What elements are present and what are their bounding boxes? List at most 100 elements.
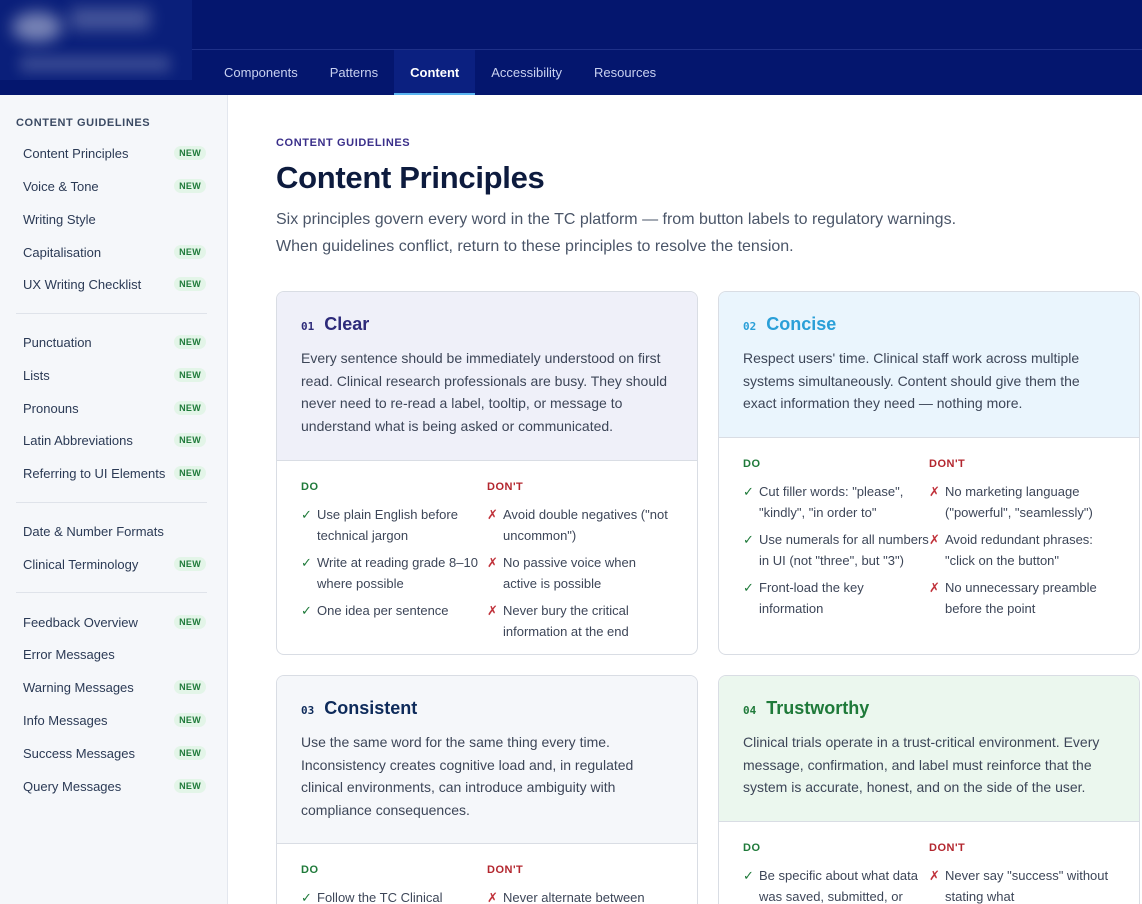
sidebar-item[interactable]: Clinical Terminology NEW — [8, 549, 212, 579]
principle-card: 04 Trustworthy Clinical trials operate in … — [718, 675, 1140, 904]
card-heading: 02 Concise — [743, 314, 1115, 335]
sidebar-item[interactable]: UX Writing Checklist NEW — [8, 269, 212, 299]
dont-item: ✗ Avoid double negatives ("not uncommon") — [487, 504, 673, 546]
check-icon: ✓ — [743, 532, 754, 547]
do-item: ✓ Write at reading grade 8–10 where possi… — [301, 552, 487, 594]
do-column: DO ✓ Be specific about what data was saved… — [743, 842, 929, 904]
do-item: ✓ Cut filler words: "please", "kindly", "… — [743, 481, 929, 523]
rule-text: No marketing language ("powerful", "seam… — [945, 484, 1093, 520]
tab-resources[interactable]: Resources — [578, 50, 672, 94]
rule-text: Follow the TC Clinical — [317, 890, 443, 904]
rule-text: Front-load the key information — [759, 580, 864, 616]
sidebar-item[interactable]: Feedback Overview NEW — [8, 607, 212, 637]
cross-icon: ✗ — [929, 532, 940, 547]
sidebar-item-label: Date & Number Formats — [23, 523, 164, 539]
card-number: 02 — [743, 320, 757, 333]
principle-card: 03 Consistent Use the same word for the sa… — [276, 675, 698, 904]
do-heading: DO — [743, 458, 761, 470]
do-dont-section: DO ✓ Be specific about what data was saved… — [719, 822, 1139, 904]
do-column: DO ✓ Follow the TC Clinical — [301, 864, 487, 904]
sidebar-item[interactable]: Capitalisation NEW — [8, 237, 212, 267]
check-icon: ✓ — [301, 603, 312, 618]
card-number: 03 — [301, 704, 315, 717]
card-number: 04 — [743, 704, 757, 717]
sidebar-item[interactable]: Error Messages — [8, 639, 212, 669]
sidebar-item[interactable]: Latin Abbreviations NEW — [8, 425, 212, 455]
do-dont-section: DO ✓ Follow the TC Clinical DON'T ✗ Never alt… — [277, 844, 697, 904]
cross-icon: ✗ — [487, 507, 498, 522]
check-icon: ✓ — [743, 868, 754, 883]
check-icon: ✓ — [301, 507, 312, 522]
sidebar-item[interactable]: Date & Number Formats — [8, 516, 212, 546]
brand-logo[interactable] — [0, 0, 192, 80]
card-heading: 01 Clear — [301, 314, 673, 335]
sidebar-item-label: Voice & Tone — [23, 178, 99, 194]
cross-icon: ✗ — [487, 555, 498, 570]
sidebar-item-label: Content Principles — [23, 145, 129, 161]
rule-text: Avoid redundant phrases: "click on the b… — [945, 532, 1093, 568]
card-description: Use the same word for the same thing eve… — [301, 734, 634, 818]
sidebar-item[interactable]: Punctuation NEW — [8, 327, 212, 357]
dont-heading: DON'T — [487, 864, 524, 876]
do-dont-section: DO ✓ Use plain English before technical ja… — [277, 461, 697, 648]
new-badge: NEW — [174, 680, 206, 694]
new-badge: NEW — [174, 779, 206, 793]
card-title: Consistent — [324, 698, 418, 718]
card-heading: 03 Consistent — [301, 698, 673, 719]
new-badge: NEW — [174, 401, 206, 415]
dont-heading: DON'T — [929, 842, 966, 854]
sidebar-item[interactable]: Voice & Tone NEW — [8, 171, 212, 201]
sidebar-item-label: Writing Style — [23, 211, 96, 227]
card-header: 02 Concise Respect users' time. Clinical s… — [719, 292, 1139, 438]
sidebar-item-label: Latin Abbreviations — [23, 432, 133, 448]
sidebar-item-label: Punctuation — [23, 334, 92, 350]
card-title: Concise — [766, 314, 837, 334]
sidebar-item[interactable]: Referring to UI Elements NEW — [8, 458, 212, 488]
sidebar-item[interactable]: Lists NEW — [8, 360, 212, 390]
dont-item: ✗ Avoid redundant phrases: "click on the … — [929, 529, 1115, 571]
do-column: DO ✓ Use plain English before technical ja… — [301, 481, 487, 648]
sidebar-item[interactable]: Info Messages NEW — [8, 705, 212, 735]
sidebar-divider — [16, 592, 207, 593]
check-icon: ✓ — [743, 484, 754, 499]
sidebar-item[interactable]: Warning Messages NEW — [8, 672, 212, 702]
dont-heading: DON'T — [929, 458, 966, 470]
dont-column: DON'T ✗ No marketing language ("powerful",… — [929, 458, 1115, 625]
sidebar-item-label: Referring to UI Elements — [23, 465, 166, 481]
dont-item: ✗ Never alternate between — [487, 887, 673, 904]
new-badge: NEW — [174, 433, 206, 447]
card-title: Trustworthy — [766, 698, 870, 718]
dont-column: DON'T ✗ Never alternate between — [487, 864, 673, 904]
new-badge: NEW — [174, 245, 206, 259]
rule-text: Write at reading grade 8–10 where possib… — [317, 555, 478, 591]
principle-card: 02 Concise Respect users' time. Clinical s… — [718, 291, 1140, 655]
rule-text: Be specific about what data was saved, s… — [759, 868, 918, 904]
card-header: 01 Clear Every sentence should be immediat… — [277, 292, 697, 461]
sidebar-item[interactable]: Content Principles NEW — [8, 138, 212, 168]
sidebar-item[interactable]: Writing Style — [8, 204, 212, 234]
card-description: Clinical trials operate in a trust-criti… — [743, 734, 1100, 795]
check-icon: ✓ — [301, 890, 312, 904]
card-header: 03 Consistent Use the same word for the sa… — [277, 676, 697, 844]
new-badge: NEW — [174, 466, 206, 480]
rule-text: One idea per sentence — [317, 603, 449, 618]
tab-components[interactable]: Components — [208, 50, 314, 94]
card-number: 01 — [301, 320, 315, 333]
sidebar-item[interactable]: Query Messages NEW — [8, 771, 212, 801]
tab-patterns[interactable]: Patterns — [314, 50, 394, 94]
dont-item: ✗ Never say "success" without stating wha… — [929, 865, 1115, 904]
do-item: ✓ Use plain English before technical jarg… — [301, 504, 487, 546]
rule-text: Avoid double negatives ("not uncommon") — [503, 507, 668, 543]
do-item: ✓ Follow the TC Clinical — [301, 887, 487, 904]
sidebar-item[interactable]: Success Messages NEW — [8, 738, 212, 768]
do-item: ✓ Use numerals for all numbers in UI (not… — [743, 529, 929, 571]
tab-content[interactable]: Content — [394, 50, 476, 95]
new-badge: NEW — [174, 557, 206, 571]
sidebar-item[interactable]: Pronouns NEW — [8, 393, 212, 423]
dont-item: ✗ Never bury the critical information at … — [487, 600, 673, 642]
check-icon: ✓ — [301, 555, 312, 570]
cross-icon: ✗ — [929, 484, 940, 499]
do-item: ✓ Be specific about what data was saved, … — [743, 865, 929, 904]
tab-accessibility[interactable]: Accessibility — [475, 50, 578, 94]
intro-line-2: When guidelines conflict, return to thes… — [276, 238, 794, 255]
